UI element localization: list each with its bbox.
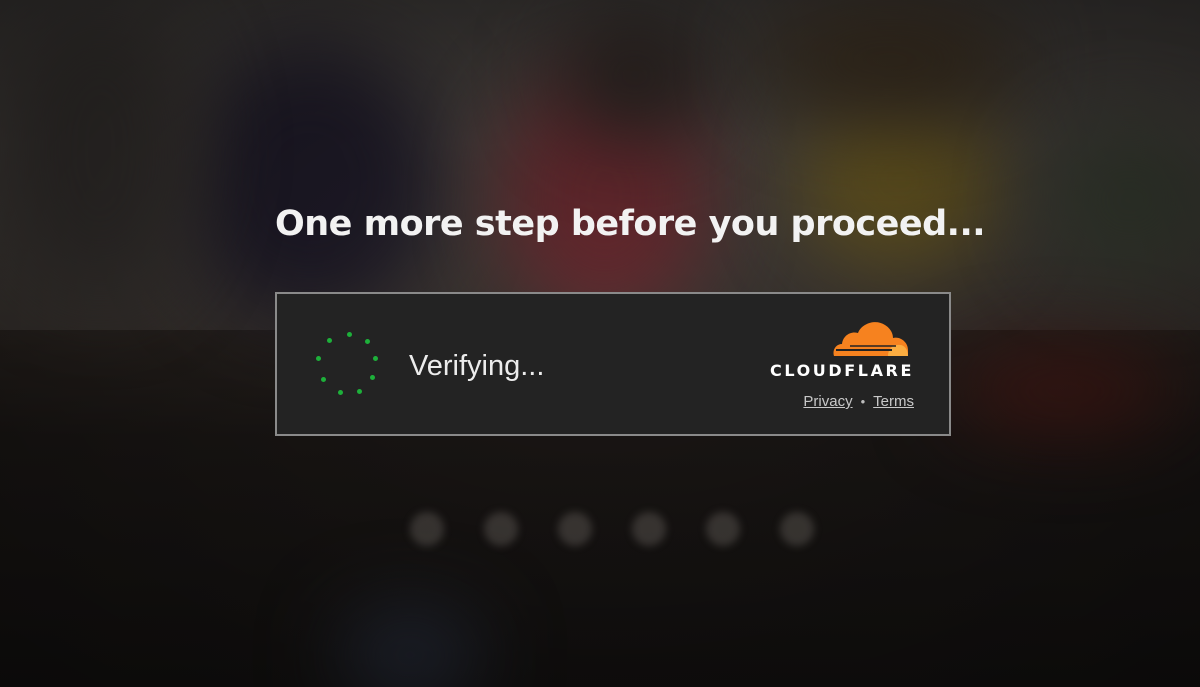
loading-spinner-icon (315, 332, 385, 402)
verification-widget[interactable]: Verifying... CLOUDFLARE Privacy • Terms (275, 292, 951, 436)
footer-links: Privacy • Terms (803, 393, 914, 410)
carousel-dot (410, 512, 444, 546)
carousel-dot (780, 512, 814, 546)
cloudflare-cloud-icon (833, 322, 908, 356)
challenge-container: One more step before you proceed... Veri… (275, 200, 986, 436)
verification-status: Verifying... (409, 350, 545, 382)
carousel-dot (484, 512, 518, 546)
cloudflare-brand: CLOUDFLARE Privacy • Terms (734, 320, 914, 420)
carousel-dot (632, 512, 666, 546)
carousel-dot (558, 512, 592, 546)
carousel-dot (706, 512, 740, 546)
page-title: One more step before you proceed... (275, 204, 986, 244)
link-separator: • (860, 394, 866, 409)
cloudflare-wordmark: CLOUDFLARE (770, 361, 914, 380)
page: One more step before you proceed... Veri… (0, 0, 1200, 687)
terms-link[interactable]: Terms (873, 393, 914, 410)
privacy-link[interactable]: Privacy (803, 393, 852, 410)
carousel-dots (410, 512, 814, 546)
